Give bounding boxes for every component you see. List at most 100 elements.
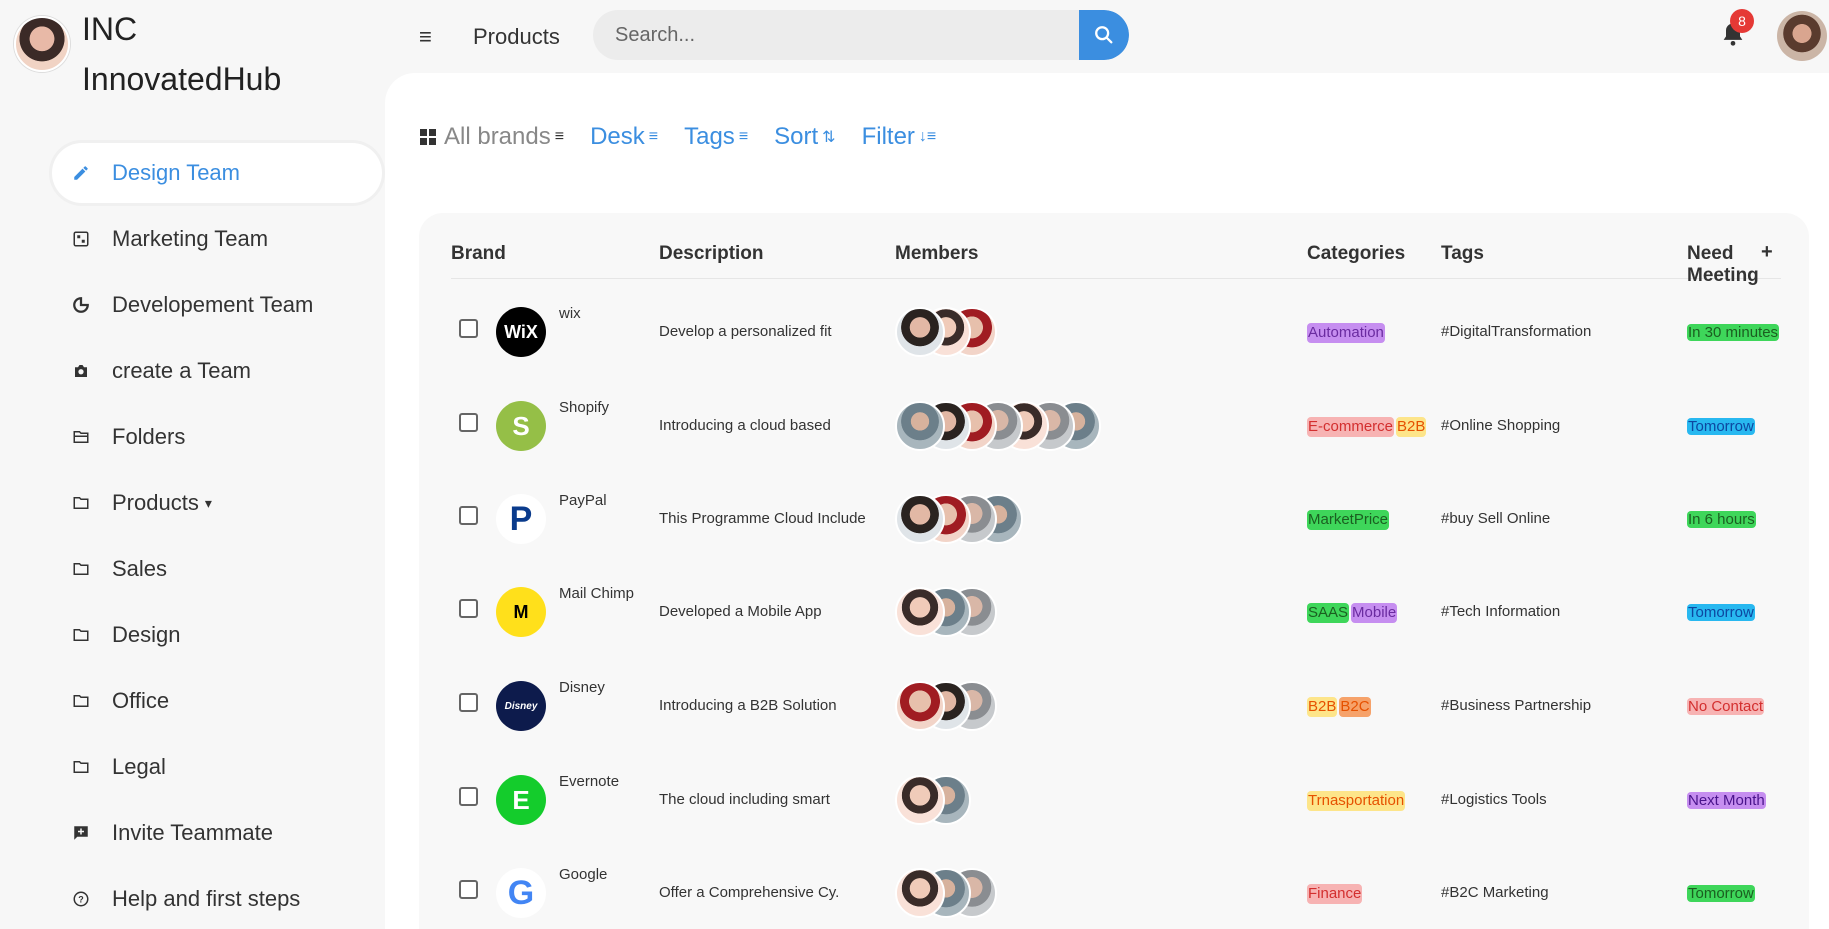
row-checkbox[interactable] [459,880,478,899]
tags-cell: #Online Shopping [1441,417,1561,434]
category-badge: B2B [1307,697,1338,717]
table-row[interactable]: E Evernote The cloud including smart Trnasp… [451,753,1781,847]
category-badge: SAAS [1307,603,1350,623]
sidebar-item-design[interactable]: Design [52,605,382,665]
sidebar-item-help[interactable]: ? Help and first steps [52,869,382,929]
table-header: Brand Description Members Categories Tag… [451,233,1781,286]
meeting-cell: Tomorrow [1687,417,1755,437]
member-avatar[interactable] [895,587,945,637]
categories-cell: Finance [1307,884,1364,904]
brand-name: wix [559,305,581,322]
member-avatar[interactable] [895,868,945,918]
folder-icon [72,494,90,512]
tags-label: Tags [684,123,735,150]
brand-logo: Disney [496,681,546,731]
pencil-icon [72,164,90,182]
sidebar-item-label: Folders [112,424,186,449]
user-avatar[interactable] [1777,11,1827,61]
brand-name: Evernote [559,773,620,790]
table-row[interactable]: M Mail Chimp Developed a Mobile App SAAS Mob… [451,565,1781,659]
tags-cell: #Logistics Tools [1441,791,1547,808]
help-circle-icon: ? [72,890,90,908]
row-checkbox[interactable] [459,787,478,806]
brand[interactable]: INC InnovatedHub [14,11,281,97]
header-categories[interactable]: Categories [1307,243,1405,265]
member-avatar[interactable] [895,401,945,451]
search-button[interactable] [1079,10,1129,60]
header-members[interactable]: Members [895,243,978,265]
message-plus-icon [72,824,90,842]
sort-button[interactable]: Sort ⇅ [774,123,835,151]
brand-avatar [14,16,70,72]
sidebar-item-products[interactable]: Products ▾ [52,473,382,533]
topbar: ≡ Products 8 [385,0,1829,73]
brand-description: Developed a Mobile App [659,603,822,620]
header-tags[interactable]: Tags [1441,243,1484,265]
svg-text:?: ? [78,894,84,904]
filter-button[interactable]: Filter ↓≡ [862,123,937,151]
add-column-button[interactable]: + [1761,241,1773,264]
header-brand[interactable]: Brand [451,243,506,265]
meeting-badge: Next Month [1687,792,1766,809]
sidebar-item-developement-team[interactable]: Developement Team [52,275,382,335]
meeting-cell: In 6 hours [1687,510,1756,530]
sidebar: INC InnovatedHub Design Team Marketing T… [0,0,385,929]
sidebar-item-label: Office [112,688,170,713]
sidebar-item-marketing-team[interactable]: Marketing Team [52,209,382,269]
brand-name: Disney [559,679,605,696]
search-input[interactable] [593,10,1079,60]
category-badge: Automation [1307,323,1385,343]
brand-logo: WiX [496,307,546,357]
row-checkbox[interactable] [459,319,478,338]
brand-name-line2: InnovatedHub [82,61,282,97]
member-avatar[interactable] [895,775,945,825]
folder-open-icon [72,428,90,446]
categories-cell: E-commerce B2B [1307,417,1428,437]
meeting-badge: Tomorrow [1687,604,1755,621]
table-row[interactable]: P PayPal This Programme Cloud Include Marke… [451,472,1781,566]
brand-logo-text: S [512,410,530,441]
sort-arrows-icon: ⇅ [822,129,836,146]
meeting-badge: In 6 hours [1687,511,1756,528]
category-badge: B2C [1339,697,1371,717]
brand-logo: P [496,494,546,544]
table-row[interactable]: WiX wix Develop a personalized fit Automati… [451,285,1781,379]
sidebar-item-create-team[interactable]: create a Team [52,341,382,401]
row-checkbox[interactable] [459,693,478,712]
sidebar-item-label: Sales [112,556,168,581]
sidebar-item-invite-teammate[interactable]: Invite Teammate [52,803,382,863]
sidebar-item-label: Invite Teammate [112,820,274,845]
sidebar-item-label: create a Team [112,358,252,383]
sidebar-item-legal[interactable]: Legal [52,737,382,797]
header-description[interactable]: Description [659,243,764,265]
member-avatar[interactable] [895,681,945,731]
meeting-badge: Tomorrow [1687,885,1755,902]
search-icon [1095,26,1113,44]
row-checkbox[interactable] [459,506,478,525]
brand-description: Introducing a B2B Solution [659,697,837,714]
brand-name: Mail Chimp [559,585,635,602]
tags-filter[interactable]: Tags ≡ [684,123,748,151]
row-checkbox[interactable] [459,413,478,432]
sidebar-item-sales[interactable]: Sales [52,539,382,599]
tags-cell: #Tech Information [1441,603,1561,620]
table-row[interactable]: Disney Disney Introducing a B2B Solution B2… [451,659,1781,753]
sidebar-item-folders[interactable]: Folders [52,407,382,467]
sidebar-item-office[interactable]: Office [52,671,382,731]
brand-logo-text: Disney [504,700,538,712]
row-checkbox[interactable] [459,599,478,618]
sort-label: Sort [774,123,819,150]
brand-logo: M [496,587,546,637]
desk-filter[interactable]: Desk ≡ [590,123,658,151]
member-avatar[interactable] [895,494,945,544]
folder-icon [72,560,90,578]
sidebar-item-design-team[interactable]: Design Team [52,143,382,203]
brand-description: The cloud including smart [659,791,830,808]
caret-down-icon: ▾ [204,494,212,511]
filter-bar: All brands ≡ Desk ≡ Tags ≡ Sort ⇅ Filter… [420,123,962,151]
all-brands-filter[interactable]: All brands ≡ [420,123,564,151]
member-avatar[interactable] [895,307,945,357]
menu-icon[interactable]: ≡ [419,24,432,50]
table-row[interactable]: S Shopify Introducing a cloud based E-comme… [451,379,1781,473]
table-row[interactable]: G Google Offer a Comprehensive Cy. Finance #… [451,846,1781,929]
